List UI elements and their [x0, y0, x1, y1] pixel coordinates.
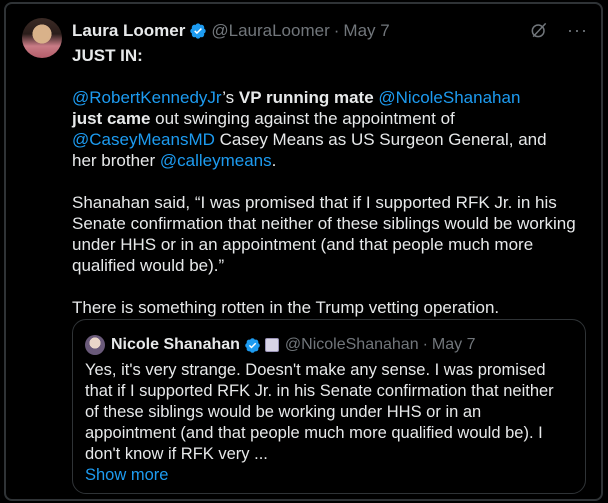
bold-fragment: just came	[72, 109, 151, 128]
show-more-link[interactable]: Show more	[85, 466, 168, 484]
more-icon[interactable]: ···	[567, 21, 588, 39]
quoted-tweet-date[interactable]: May 7	[432, 336, 476, 354]
mention-calleymeans[interactable]: @calleymeans	[160, 151, 272, 170]
author-avatar[interactable]	[22, 18, 62, 58]
separator-dot: ·	[333, 21, 340, 40]
tweet-paragraph-4: There is something rotten in the Trump v…	[72, 298, 500, 317]
verified-badge-icon	[190, 23, 207, 39]
affiliation-badge-icon	[264, 338, 279, 352]
mention-caseymeansmd[interactable]: @CaseyMeansMD	[72, 130, 215, 149]
tweet-date[interactable]: May 7	[343, 21, 389, 41]
tweet-paragraph-2: @RobertKennedyJr’s VP running mate @Nico…	[72, 87, 587, 171]
tweet-line-just-in: JUST IN:	[72, 45, 587, 66]
bold-fragment: VP running mate	[238, 88, 374, 107]
separator-dot: ·	[422, 336, 428, 353]
mention-robertkennedyjr[interactable]: @RobertKennedyJr	[72, 88, 222, 107]
quoted-tweet[interactable]: Nicole Shanahan @NicoleShanahan · May 7 …	[72, 319, 586, 494]
verified-badge-icon	[245, 337, 260, 353]
quoted-author-handle[interactable]: @NicoleShanahan	[285, 336, 419, 354]
quoted-author-name[interactable]: Nicole Shanahan	[111, 336, 240, 354]
quoted-author-avatar[interactable]	[85, 335, 105, 355]
tweet-paragraph-3: Shanahan said, “I was promised that if I…	[72, 193, 576, 275]
quoted-tweet-header: Nicole Shanahan @NicoleShanahan · May 7	[111, 335, 476, 355]
mention-nicoleshanahan[interactable]: @NicoleShanahan	[378, 88, 520, 107]
quoted-text-body: Yes, it's very strange. Doesn't make any…	[85, 361, 554, 463]
text-fragment: out swinging against the appointment of	[150, 109, 455, 128]
quoted-tweet-text: Yes, it's very strange. Doesn't make any…	[85, 360, 565, 486]
author-name[interactable]: Laura Loomer	[72, 21, 185, 41]
author-handle[interactable]: @LauraLoomer	[211, 21, 329, 41]
tweet-text: JUST IN: @RobertKennedyJr’s VP running m…	[72, 45, 587, 318]
text-fragment: .	[271, 151, 277, 170]
text-fragment: her brother	[72, 151, 160, 170]
text-fragment: Casey Means as US Surgeon General, and	[214, 130, 547, 149]
grok-icon[interactable]	[529, 20, 549, 40]
tweet-header: Laura Loomer @LauraLoomer · May 7 ···	[72, 20, 588, 42]
text-fragment: ’s	[222, 88, 239, 107]
just-in-label: JUST IN:	[72, 46, 143, 65]
